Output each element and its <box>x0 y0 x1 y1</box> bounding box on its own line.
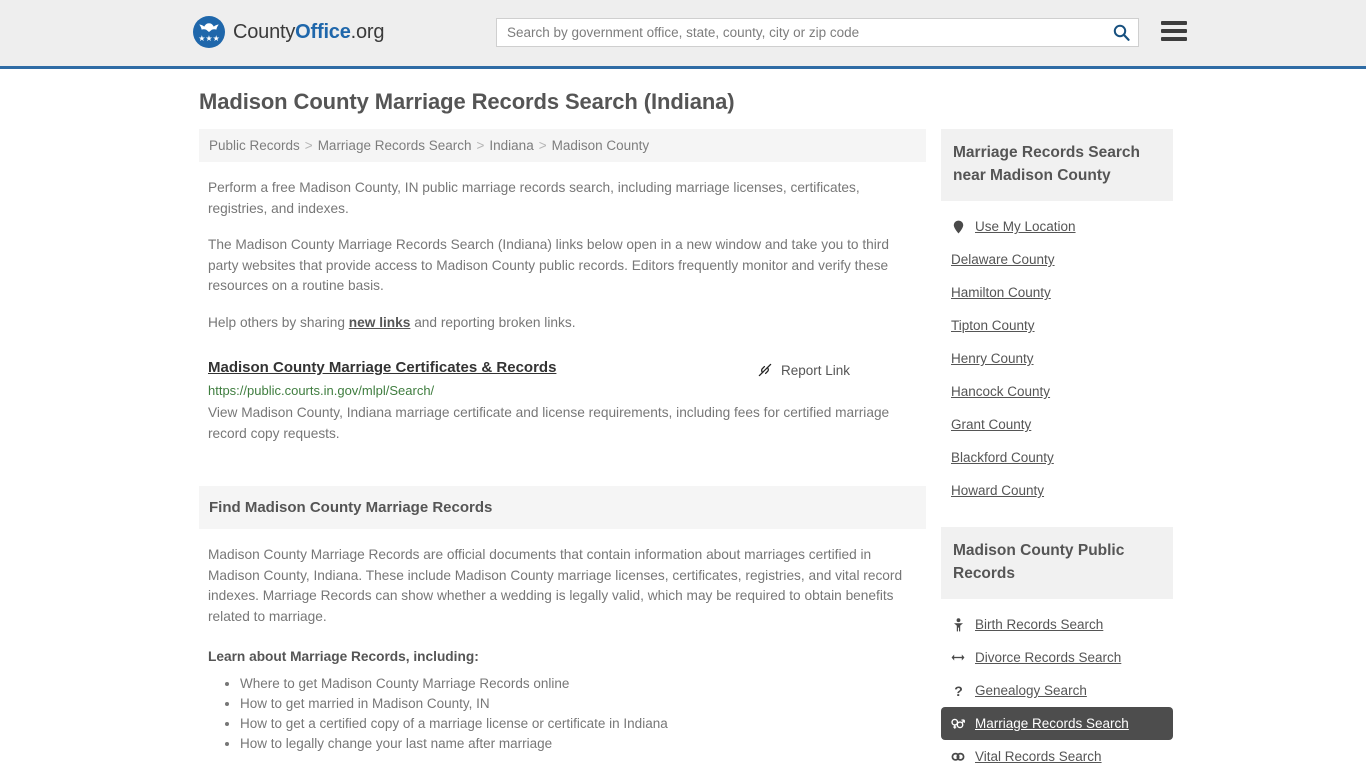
sidebar-item-blackford-county[interactable]: Blackford County <box>941 441 1173 474</box>
sidebar-item-label[interactable]: Tipton County <box>951 318 1035 333</box>
intro-p3-before: Help others by sharing <box>208 314 349 330</box>
eagle-icon <box>199 23 219 32</box>
list-item: How to legally change your last name aft… <box>240 734 926 754</box>
header-inner: ★★★ CountyOffice.org <box>193 0 1187 66</box>
report-link-button[interactable]: Report Link <box>757 362 850 378</box>
search-input[interactable] <box>497 19 1104 46</box>
nearby-county-list: Use My Location Delaware County Hamilton… <box>941 210 1173 507</box>
list-item: How to get married in Madison County, IN <box>240 694 926 714</box>
sidebar-item-label[interactable]: Birth Records Search <box>975 617 1103 632</box>
breadcrumb-separator-3: > <box>538 138 547 153</box>
intro-p3-after: and reporting broken links. <box>410 314 576 330</box>
hamburger-bar-2 <box>1161 29 1187 33</box>
report-link-label: Report Link <box>780 362 850 378</box>
result-item: Madison County Marriage Certificates & R… <box>208 359 926 444</box>
nearby-panel-heading: Marriage Records Search near Madison Cou… <box>953 144 1140 184</box>
sidebar-item-vital-records-search[interactable]: Vital Records Search <box>941 740 1173 773</box>
sidebar-item-label[interactable]: Blackford County <box>951 450 1054 465</box>
search-icon <box>1113 24 1130 41</box>
baby-icon <box>951 617 965 632</box>
sidebar-item-birth-records-search[interactable]: Birth Records Search <box>941 608 1173 641</box>
hamburger-bar-3 <box>1161 37 1187 41</box>
sidebar-item-henry-county[interactable]: Henry County <box>941 342 1173 375</box>
nearby-panel-header: Marriage Records Search near Madison Cou… <box>941 129 1173 201</box>
sidebar-item-label[interactable]: Hamilton County <box>951 285 1051 300</box>
intro-paragraph-2: The Madison County Marriage Records Sear… <box>208 237 889 293</box>
sidebar-item-hancock-county[interactable]: Hancock County <box>941 375 1173 408</box>
sidebar-item-delaware-county[interactable]: Delaware County <box>941 243 1173 276</box>
list-item: Where to get Madison County Marriage Rec… <box>240 674 926 694</box>
breadcrumb-separator-1: > <box>304 138 313 153</box>
breadcrumb-separator-2: > <box>476 138 485 153</box>
sidebar-item-label[interactable]: Henry County <box>951 351 1034 366</box>
breadcrumb-item-madison-county[interactable]: Madison County <box>552 138 650 153</box>
sidebar-item-label[interactable]: Use My Location <box>975 219 1076 234</box>
logo-wordmark: CountyOffice.org <box>233 20 385 44</box>
sidebar-item-label[interactable]: Marriage Records Search <box>975 716 1129 731</box>
sidebar-item-label[interactable]: Genealogy Search <box>975 683 1087 698</box>
logo-text-county: County <box>233 20 296 43</box>
sidebar-item-marriage-records-search[interactable]: Marriage Records Search <box>941 707 1173 740</box>
sidebar-item-divorce-records-search[interactable]: Divorce Records Search <box>941 641 1173 674</box>
question-mark-icon: ? <box>951 684 965 698</box>
left-right-arrow-icon <box>951 652 965 663</box>
rings-icon <box>951 751 965 762</box>
public-records-panel-heading: Madison County Public Records <box>953 542 1125 582</box>
map-pin-icon <box>951 220 965 234</box>
svg-text:?: ? <box>954 684 963 698</box>
public-records-list: Birth Records Search Divorce Records Sea… <box>941 608 1173 773</box>
sidebar-item-grant-county[interactable]: Grant County <box>941 408 1173 441</box>
sidebar-item-label[interactable]: Hancock County <box>951 384 1050 399</box>
sidebar-item-genealogy-search[interactable]: ? Genealogy Search <box>941 674 1173 707</box>
search-bar[interactable] <box>496 18 1139 47</box>
page-title: Madison County Marriage Records Search (… <box>199 89 735 114</box>
site-logo[interactable]: ★★★ CountyOffice.org <box>193 16 385 48</box>
find-records-heading: Find Madison County Marriage Records <box>209 499 493 516</box>
learn-about-list: Where to get Madison County Marriage Rec… <box>208 674 926 754</box>
find-records-header: Find Madison County Marriage Records <box>199 486 926 529</box>
logo-text-org: .org <box>350 20 385 43</box>
result-title-link[interactable]: Madison County Marriage Certificates & R… <box>208 359 556 376</box>
hamburger-bar-1 <box>1161 21 1187 25</box>
content-columns: Public Records > Marriage Records Search > I… <box>193 129 1173 773</box>
sidebar-item-tipton-county[interactable]: Tipton County <box>941 309 1173 342</box>
search-button[interactable] <box>1104 19 1138 46</box>
find-records-paragraph: Madison County Marriage Records are offi… <box>208 547 903 624</box>
breadcrumb-item-public-records[interactable]: Public Records <box>209 138 300 153</box>
intro-paragraph-3: Help others by sharing new links and rep… <box>208 313 908 334</box>
sidebar-item-hamilton-county[interactable]: Hamilton County <box>941 276 1173 309</box>
sidebar-item-use-my-location[interactable]: Use My Location <box>941 210 1173 243</box>
breadcrumb-item-indiana[interactable]: Indiana <box>489 138 533 153</box>
logo-text-office: Office <box>295 20 351 43</box>
list-item: How to get a certified copy of a marriag… <box>240 714 926 734</box>
site-header: ★★★ CountyOffice.org <box>0 0 1366 69</box>
sidebar-item-label[interactable]: Delaware County <box>951 252 1055 267</box>
sidebar-item-label[interactable]: Vital Records Search <box>975 749 1102 764</box>
find-records-body: Madison County Marriage Records are offi… <box>208 545 926 627</box>
sidebar-item-label[interactable]: Howard County <box>951 483 1044 498</box>
sidebar-item-label[interactable]: Grant County <box>951 417 1031 432</box>
logo-stars: ★★★ <box>198 34 220 43</box>
breadcrumb-item-marriage-records-search[interactable]: Marriage Records Search <box>318 138 472 153</box>
sidebar: Marriage Records Search near Madison Cou… <box>941 129 1173 773</box>
hamburger-menu-icon[interactable] <box>1161 20 1187 42</box>
broken-link-icon <box>758 363 772 377</box>
intro-paragraph-1: Perform a free Madison County, IN public… <box>208 180 860 216</box>
breadcrumb: Public Records > Marriage Records Search > I… <box>199 129 926 162</box>
result-description: View Madison County, Indiana marriage ce… <box>208 405 890 441</box>
public-records-panel-header: Madison County Public Records <box>941 527 1173 599</box>
sidebar-item-howard-county[interactable]: Howard County <box>941 474 1173 507</box>
new-links-link[interactable]: new links <box>349 315 411 330</box>
main-content: Public Records > Marriage Records Search > I… <box>199 129 926 773</box>
learn-about-heading: Learn about Marriage Records, including: <box>208 649 479 664</box>
countyoffice-logo-icon: ★★★ <box>193 16 225 48</box>
sidebar-item-label[interactable]: Divorce Records Search <box>975 650 1121 665</box>
result-url: https://public.courts.in.gov/mlpl/Search… <box>208 383 435 398</box>
gender-symbols-icon <box>951 717 965 730</box>
page-container: Madison County Marriage Records Search (… <box>193 89 1173 773</box>
